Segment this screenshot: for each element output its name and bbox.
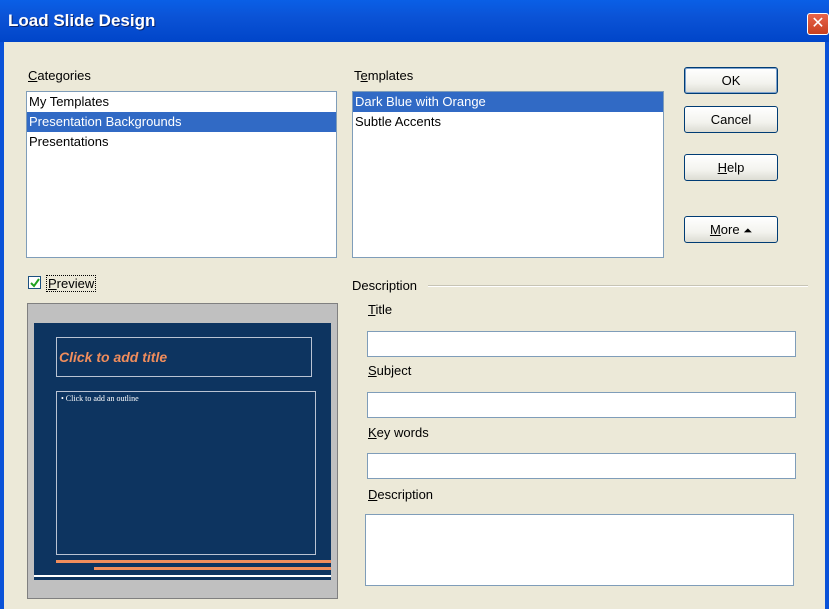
slide-outline-placeholder: • Click to add an outline [56, 391, 316, 555]
preview-checkbox[interactable] [28, 276, 41, 289]
help-button[interactable]: Help [684, 154, 778, 181]
list-item[interactable]: Presentations [27, 132, 336, 152]
subject-field-label: Subject [368, 363, 412, 378]
group-divider [428, 285, 808, 287]
window-frame-left [0, 42, 4, 609]
categories-list[interactable]: My Templates Presentation Backgrounds Pr… [26, 91, 337, 258]
title-field[interactable] [367, 331, 796, 357]
description-field-label: Description [368, 487, 434, 502]
slide-title-text: Click to add title [59, 349, 168, 365]
slide-preview: Click to add title • Click to add an out… [34, 323, 331, 580]
slide-accent-bar [94, 567, 331, 570]
title-field-label: Title [368, 302, 393, 317]
window-title: Load Slide Design [8, 11, 156, 30]
checkmark-icon [30, 278, 40, 288]
ok-button[interactable]: OK [684, 67, 778, 94]
title-bar: Load Slide Design [0, 0, 829, 42]
templates-list[interactable]: Dark Blue with Orange Subtle Accents [352, 91, 664, 258]
slide-outline-text: • Click to add an outline [61, 394, 139, 403]
chevron-up-icon: ⏶ [743, 225, 753, 237]
list-item[interactable]: Subtle Accents [353, 112, 663, 132]
close-icon: ✕ [811, 15, 825, 32]
list-item[interactable]: My Templates [27, 92, 336, 112]
close-button[interactable]: ✕ [807, 13, 829, 35]
keywords-field-label: Key words [368, 425, 429, 440]
list-item[interactable]: Presentation Backgrounds [27, 112, 336, 132]
cancel-button[interactable]: Cancel [684, 106, 778, 133]
categories-label: Categories [28, 68, 91, 83]
subject-field[interactable] [367, 392, 796, 418]
description-field[interactable] [365, 514, 794, 586]
more-button[interactable]: More ⏶ [684, 216, 778, 243]
slide-title-placeholder: Click to add title [56, 337, 312, 377]
templates-label: Templates [354, 68, 414, 83]
preview-pane: Click to add title • Click to add an out… [27, 303, 338, 599]
preview-label[interactable]: Preview [46, 275, 97, 292]
slide-base-line [34, 575, 331, 577]
window-frame-right [825, 42, 829, 609]
description-group-label: Description [352, 278, 418, 293]
keywords-field[interactable] [367, 453, 796, 479]
slide-accent-bar [56, 560, 331, 563]
list-item[interactable]: Dark Blue with Orange [353, 92, 663, 112]
